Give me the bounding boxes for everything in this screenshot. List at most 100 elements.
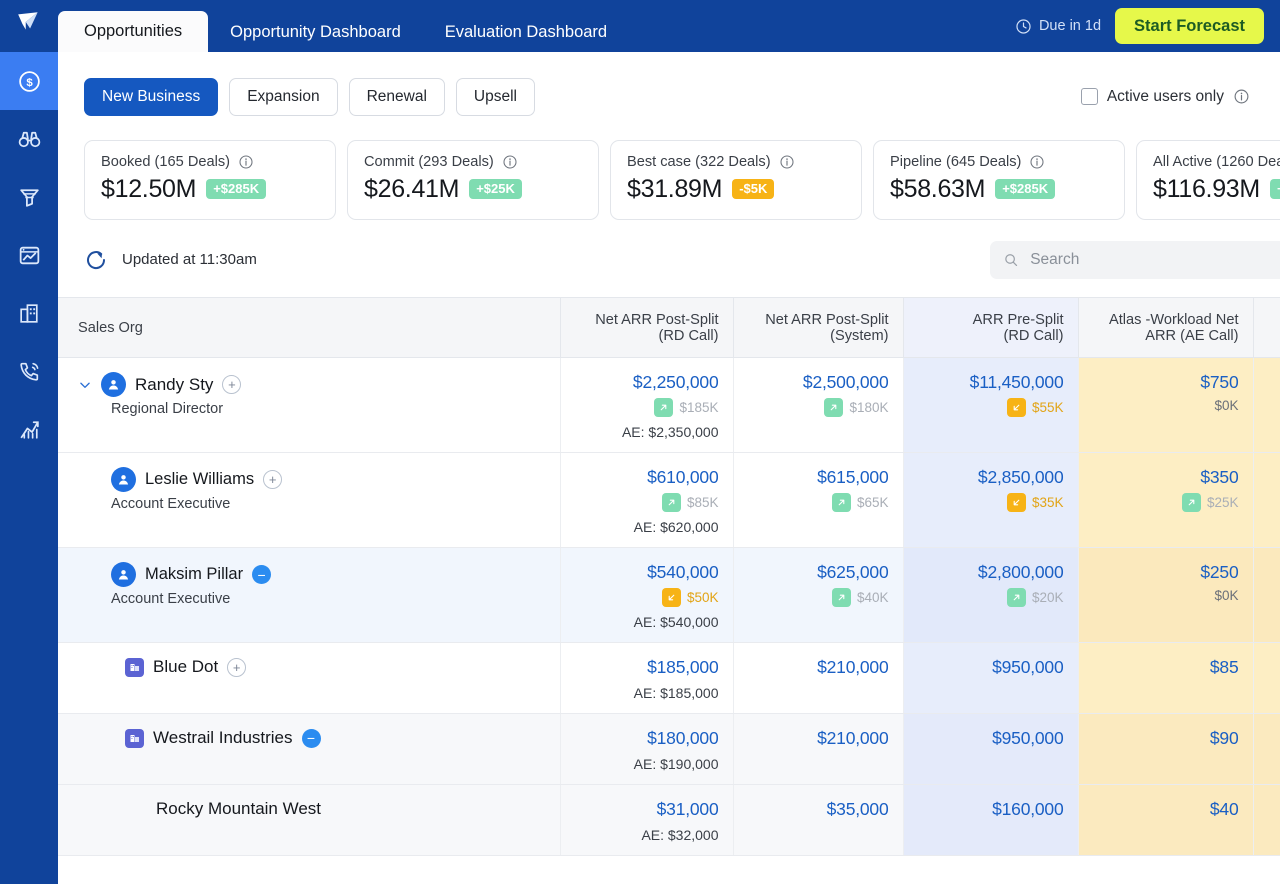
kpi-card-best-case[interactable]: Best case (322 Deals) $31.89M -$5K [610,140,862,220]
kpi-card-booked[interactable]: Booked (165 Deals) $12.50M +$285K [84,140,336,220]
sidebar-item-insights[interactable] [0,110,58,168]
kpi-delta-badge: +$285K [1270,179,1280,199]
tab-opportunity-dashboard[interactable]: Opportunity Dashboard [208,12,423,52]
expand-plus-button[interactable]: + [227,658,246,677]
filter-new-business[interactable]: New Business [84,78,218,116]
company-building-icon [125,729,144,748]
cell-delta-value: $0K [1093,398,1239,413]
table-row[interactable]: Blue Dot + $185,000 AE: $185,000 $210,00… [58,643,1280,714]
table-row[interactable]: Maksim Pillar − Account Executive $540,0… [58,548,1280,643]
filter-expansion[interactable]: Expansion [229,78,337,116]
info-icon[interactable] [779,154,795,170]
cell-value: $185,000 [575,657,719,678]
sidebar-item-analytics[interactable] [0,400,58,458]
table-row[interactable]: Randy Sty + Regional Director $2,250,000 [58,358,1280,453]
kpi-card-pipeline[interactable]: Pipeline (645 Deals) $58.63M +$285K [873,140,1125,220]
app-root: Opportunities Opportunity Dashboard Eval… [0,0,1280,884]
active-users-only-control: Active users only [1081,88,1250,106]
cell-net-arr-post-split-system: $2,500,000 $180K [733,358,903,453]
svg-text:$: $ [26,76,33,88]
search-box[interactable] [990,241,1280,279]
column-header-sales-org[interactable]: Sales Org [58,298,560,358]
building-icon [17,301,42,326]
column-header-atlas-workload-net-arr[interactable]: Atlas -Workload Net ARR (AE Call) [1078,298,1253,358]
column-header-partial[interactable]: A [1253,298,1280,358]
cell-ae-value: AE: $190,000 [575,756,719,772]
start-forecast-button[interactable]: Start Forecast [1115,8,1264,45]
info-icon[interactable] [238,154,254,170]
cell-value: $615,000 [748,467,889,488]
table-row[interactable]: Westrail Industries − $180,000 AE: $190,… [58,714,1280,785]
cell-sales-org: Rocky Mountain West [58,785,560,856]
search-input[interactable] [1030,251,1277,269]
cell-sales-org: Leslie Williams + Account Executive [58,453,560,548]
column-header-net-arr-post-split-rd[interactable]: Net ARR Post-Split (RD Call) [560,298,733,358]
cell-value: $750 [1093,372,1239,393]
cell-ae-value: AE: $32,000 [575,827,719,843]
filter-renewal[interactable]: Renewal [349,78,445,116]
cell-partial [1253,643,1280,714]
cell-value: $210,000 [748,657,889,678]
updated-indicator: Updated at 11:30am [84,248,257,272]
sidebar-item-forecast[interactable]: $ [0,52,58,110]
header-line-1: ARR Pre-Split [918,312,1064,328]
cell-value: $2,500,000 [748,372,889,393]
app-logo[interactable] [0,0,58,52]
cell-delta: $55K [918,398,1064,417]
cell-value: $160,000 [918,799,1064,820]
expand-plus-button[interactable]: + [263,470,282,489]
refresh-icon[interactable] [84,248,108,272]
table-body: Randy Sty + Regional Director $2,250,000 [58,358,1280,856]
kpi-card-commit[interactable]: Commit (293 Deals) $26.41M +$25K [347,140,599,220]
cell-atlas-workload-net-arr: $90 [1078,714,1253,785]
due-indicator: Due in 1d [1015,18,1101,35]
table-row[interactable]: Leslie Williams + Account Executive $610… [58,453,1280,548]
collapse-minus-button[interactable]: − [302,729,321,748]
sidebar-item-reports[interactable] [0,226,58,284]
avatar [101,372,126,397]
cell-arr-pre-split-rd: $2,850,000 $35K [903,453,1078,548]
info-icon[interactable] [1233,88,1250,105]
cell-value: $2,250,000 [575,372,719,393]
cell-net-arr-post-split-system: $35,000 [733,785,903,856]
cell-atlas-workload-net-arr: $750 $0K [1078,358,1253,453]
column-header-arr-pre-split-rd[interactable]: ARR Pre-Split (RD Call) [903,298,1078,358]
kpi-card-all-active[interactable]: All Active (1260 Deals) $116.93M +$285K [1136,140,1280,220]
cell-net-arr-post-split-rd: $180,000 AE: $190,000 [560,714,733,785]
column-header-net-arr-post-split-system[interactable]: Net ARR Post-Split (System) [733,298,903,358]
kpi-value: $58.63M [890,175,985,204]
info-icon[interactable] [1029,154,1045,170]
org-identity-line: Rocky Mountain West [78,799,546,819]
cell-value: $210,000 [748,728,889,749]
sidebar-item-calls[interactable] [0,342,58,400]
expand-plus-button[interactable]: + [222,375,241,394]
cell-net-arr-post-split-system: $625,000 $40K [733,548,903,643]
info-icon[interactable] [502,154,518,170]
tab-evaluation-dashboard[interactable]: Evaluation Dashboard [423,12,629,52]
org-identity-line: Maksim Pillar − [78,562,546,587]
cell-delta-value: $40K [857,590,889,605]
sidebar-item-accounts[interactable] [0,284,58,342]
kpi-delta-badge: +$285K [995,179,1055,199]
cell-delta: $40K [748,588,889,607]
cell-sales-org: Randy Sty + Regional Director [58,358,560,453]
cell-delta-value: $0K [1093,588,1239,603]
topbar-actions: Due in 1d Start Forecast [1015,0,1264,52]
active-users-only-checkbox[interactable] [1081,88,1098,105]
collapse-minus-button[interactable]: − [252,565,271,584]
cell-ae-value: AE: $2,350,000 [575,424,719,440]
tab-evaluation-dashboard-label: Evaluation Dashboard [445,23,607,42]
filter-upsell[interactable]: Upsell [456,78,535,116]
cell-value: $625,000 [748,562,889,583]
forecast-table-container[interactable]: Sales Org Net ARR Post-Split (RD Call) N… [58,297,1280,857]
sidebar-item-pipeline[interactable] [0,168,58,226]
cell-value: $180,000 [575,728,719,749]
cell-value: $610,000 [575,467,719,488]
table-row[interactable]: Rocky Mountain West $31,000 AE: $32,000 … [58,785,1280,856]
kpi-header: Pipeline (645 Deals) [890,154,1108,170]
chevron-down-icon[interactable] [78,378,92,392]
tab-opportunities[interactable]: Opportunities [58,11,208,52]
cell-atlas-workload-net-arr: $85 [1078,643,1253,714]
main-tabs: Opportunities Opportunity Dashboard Eval… [58,0,629,52]
cell-delta: $50K [575,588,719,607]
